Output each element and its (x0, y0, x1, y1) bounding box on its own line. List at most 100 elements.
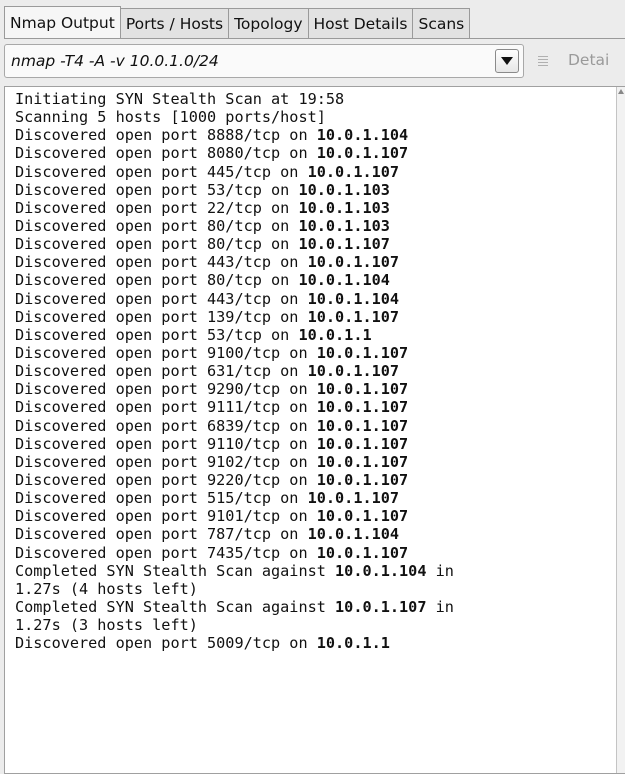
host-address: 10.0.1.107 (316, 343, 409, 362)
output-line-text: Discovered open port 8080/tcp on (15, 144, 317, 163)
output-line-text: Scanning 5 hosts [1000 ports/host] (15, 108, 326, 127)
output-line-text: Discovered open port 8888/tcp on (15, 126, 317, 145)
output-line: Discovered open port 515/tcp on 10.0.1.1… (15, 489, 605, 507)
output-line-text: 1.27s (4 hosts left) (15, 579, 198, 598)
command-dropdown-button[interactable] (495, 49, 519, 73)
scroll-up-arrow-icon[interactable] (617, 89, 625, 101)
host-address: 10.0.1.107 (307, 307, 400, 326)
output-line-text: Discovered open port 9101/tcp on (15, 507, 317, 526)
tab-host-details[interactable]: Host Details (307, 8, 414, 39)
output-line: Discovered open port 80/tcp on 10.0.1.10… (15, 235, 605, 253)
host-address: 10.0.1.107 (307, 489, 400, 508)
output-line: Discovered open port 9220/tcp on 10.0.1.… (15, 471, 605, 489)
output-line: Completed SYN Stealth Scan against 10.0.… (15, 598, 605, 616)
grip-handle-icon[interactable] (538, 54, 548, 68)
command-row: nmap -T4 -A -v 10.0.1.0/24 Detai (4, 44, 625, 80)
host-address: 10.0.1.107 (307, 162, 400, 181)
output-line-text: Discovered open port 9100/tcp on (15, 343, 317, 362)
host-address: 10.0.1.107 (316, 144, 409, 163)
nmap-output-text: Initiating SYN Stealth Scan at 19:58 Scan… (15, 90, 605, 652)
output-line-text: Discovered open port 80/tcp on (15, 216, 299, 235)
output-line-text: Discovered open port 9111/tcp on (15, 398, 317, 417)
output-line: Completed SYN Stealth Scan against 10.0.… (15, 562, 605, 580)
command-combobox[interactable]: nmap -T4 -A -v 10.0.1.0/24 (4, 44, 524, 78)
command-text[interactable]: nmap -T4 -A -v 10.0.1.0/24 (5, 52, 495, 70)
output-line: Discovered open port 80/tcp on 10.0.1.10… (15, 271, 605, 289)
details-button[interactable]: Detai (568, 51, 609, 69)
host-address: 10.0.1.107 (316, 470, 409, 489)
tab-divider (4, 38, 625, 39)
host-address: 10.0.1.104 (316, 126, 409, 145)
output-line: Scanning 5 hosts [1000 ports/host] (15, 108, 605, 126)
host-address: 10.0.1.107 (316, 416, 409, 435)
output-line-text: Discovered open port 139/tcp on (15, 307, 308, 326)
host-address: 10.0.1.104 (307, 289, 400, 308)
output-line: Discovered open port 8080/tcp on 10.0.1.… (15, 144, 605, 162)
output-line: Discovered open port 787/tcp on 10.0.1.1… (15, 525, 605, 543)
output-line: Discovered open port 8888/tcp on 10.0.1.… (15, 126, 605, 144)
host-address: 10.0.1.107 (316, 398, 409, 417)
output-line: Discovered open port 5009/tcp on 10.0.1.… (15, 634, 605, 652)
output-line: Discovered open port 9101/tcp on 10.0.1.… (15, 507, 605, 525)
output-line-text: Completed SYN Stealth Scan against (15, 561, 336, 580)
output-line-text: Discovered open port 631/tcp on (15, 362, 308, 381)
output-line-suffix: in (426, 561, 454, 580)
tab-scans[interactable]: Scans (412, 8, 471, 39)
output-line: Discovered open port 7435/tcp on 10.0.1.… (15, 544, 605, 562)
output-line-text: Discovered open port 443/tcp on (15, 253, 308, 272)
output-line: Discovered open port 22/tcp on 10.0.1.10… (15, 199, 605, 217)
output-line-text: Completed SYN Stealth Scan against (15, 597, 336, 616)
output-line-text: Discovered open port 443/tcp on (15, 289, 308, 308)
output-line: Discovered open port 80/tcp on 10.0.1.10… (15, 217, 605, 235)
output-line: Discovered open port 445/tcp on 10.0.1.1… (15, 163, 605, 181)
host-address: 10.0.1.107 (316, 543, 409, 562)
host-address: 10.0.1.104 (298, 271, 390, 290)
output-line: Discovered open port 9111/tcp on 10.0.1.… (15, 398, 605, 416)
chevron-down-icon (501, 57, 513, 65)
host-address: 10.0.1.107 (335, 597, 427, 616)
nmap-output-panel[interactable]: Initiating SYN Stealth Scan at 19:58 Scan… (4, 86, 625, 774)
output-line: 1.27s (4 hosts left) (15, 580, 605, 598)
host-address: 10.0.1.107 (307, 253, 400, 272)
output-line-text: Discovered open port 787/tcp on (15, 525, 308, 544)
output-line-text: Discovered open port 5009/tcp on (15, 634, 317, 653)
tab-topology[interactable]: Topology (228, 8, 309, 39)
output-line: Discovered open port 9102/tcp on 10.0.1.… (15, 453, 605, 471)
tab-ports-hosts[interactable]: Ports / Hosts (119, 8, 230, 39)
output-line-text: Discovered open port 9220/tcp on (15, 470, 317, 489)
output-line: Discovered open port 53/tcp on 10.0.1.1 (15, 326, 605, 344)
output-line-text: Discovered open port 515/tcp on (15, 489, 308, 508)
output-line: Initiating SYN Stealth Scan at 19:58 (15, 90, 605, 108)
host-address: 10.0.1.107 (298, 235, 390, 254)
host-address: 10.0.1.1 (316, 634, 390, 653)
output-line-text: Discovered open port 445/tcp on (15, 162, 308, 181)
output-line-text: Discovered open port 9110/tcp on (15, 434, 317, 453)
output-line-text: 1.27s (3 hosts left) (15, 616, 198, 635)
output-line-text: Discovered open port 9102/tcp on (15, 452, 317, 471)
output-line: Discovered open port 631/tcp on 10.0.1.1… (15, 362, 605, 380)
output-line: Discovered open port 9100/tcp on 10.0.1.… (15, 344, 605, 362)
output-line-text: Discovered open port 80/tcp on (15, 271, 299, 290)
host-address: 10.0.1.103 (298, 216, 390, 235)
tab-bar: Nmap Output Ports / Hosts Topology Host … (4, 6, 471, 39)
output-line: Discovered open port 443/tcp on 10.0.1.1… (15, 253, 605, 271)
host-address: 10.0.1.103 (298, 180, 390, 199)
tab-nmap-output[interactable]: Nmap Output (4, 6, 121, 39)
host-address: 10.0.1.107 (307, 362, 400, 381)
output-line-text: Discovered open port 53/tcp on (15, 325, 299, 344)
vertical-scrollbar[interactable] (616, 87, 625, 773)
output-line: 1.27s (3 hosts left) (15, 616, 605, 634)
output-line: Discovered open port 53/tcp on 10.0.1.10… (15, 181, 605, 199)
output-line: Discovered open port 9290/tcp on 10.0.1.… (15, 380, 605, 398)
host-address: 10.0.1.107 (316, 434, 409, 453)
host-address: 10.0.1.103 (298, 198, 390, 217)
output-line-text: Discovered open port 80/tcp on (15, 235, 299, 254)
host-address: 10.0.1.104 (335, 561, 427, 580)
host-address: 10.0.1.104 (307, 525, 400, 544)
output-line-text: Discovered open port 22/tcp on (15, 198, 299, 217)
output-line-text: Initiating SYN Stealth Scan at 19:58 (15, 90, 345, 108)
output-line: Discovered open port 139/tcp on 10.0.1.1… (15, 308, 605, 326)
output-line: Discovered open port 443/tcp on 10.0.1.1… (15, 290, 605, 308)
output-line-text: Discovered open port 6839/tcp on (15, 416, 317, 435)
host-address: 10.0.1.107 (316, 507, 409, 526)
